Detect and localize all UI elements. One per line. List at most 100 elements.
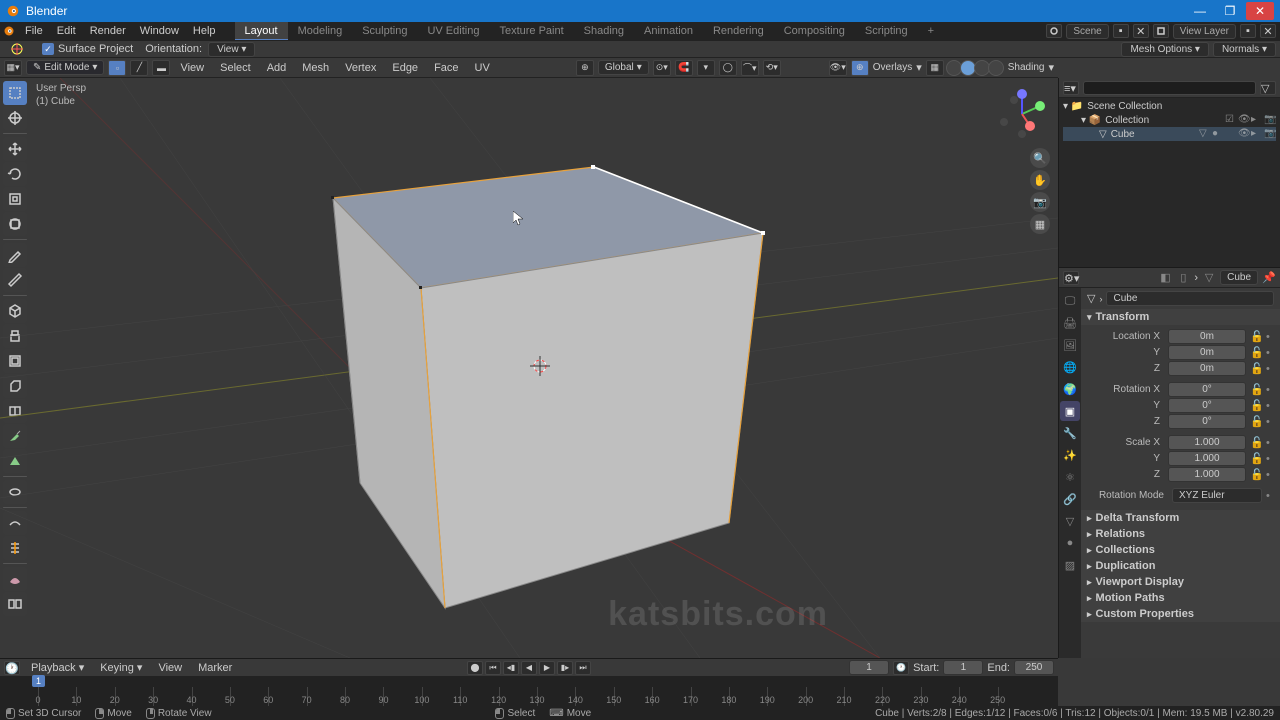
rendered-shading[interactable] (988, 60, 1004, 76)
face-select-mode[interactable]: ▬ (152, 60, 170, 76)
rotation-mode-dropdown[interactable]: XYZ Euler (1172, 488, 1262, 503)
panel-motion-paths[interactable]: Motion Paths (1081, 590, 1280, 606)
tab-texture[interactable]: ▨ (1060, 555, 1080, 575)
snapping-toggle[interactable]: 🧲 (675, 60, 693, 76)
surface-project-checkbox[interactable]: ✓ (42, 43, 54, 55)
location-y[interactable]: 0m (1168, 345, 1246, 360)
tab-material[interactable]: ● (1060, 533, 1080, 553)
proportional-edit-dropdown[interactable]: ⌒▾ (741, 60, 759, 76)
timeline-menu-marker[interactable]: Marker (193, 662, 237, 674)
collection-hide-icon[interactable]: 👁 (1238, 114, 1250, 126)
editor-type-dropdown[interactable]: ▦▾ (4, 60, 22, 76)
location-x[interactable]: 0m (1168, 329, 1246, 344)
shading-dropdown[interactable]: ▾ (1048, 61, 1054, 74)
workspace-add-tab[interactable]: + (918, 22, 944, 40)
perspective-gizmo[interactable]: ▦ (1030, 214, 1050, 234)
tab-render[interactable]: 🖵 (1060, 291, 1080, 311)
viewlayer-new-button[interactable]: ▪ (1240, 24, 1256, 38)
menu-edit[interactable]: Edit (50, 22, 83, 40)
scale-x[interactable]: 1.000 (1168, 435, 1246, 450)
window-close-button[interactable]: ✕ (1246, 2, 1274, 20)
scale-y[interactable]: 1.000 (1168, 451, 1246, 466)
proportional-edit-toggle[interactable]: ◯ (719, 60, 737, 76)
rotation-z[interactable]: 0° (1168, 414, 1246, 429)
rotation-y[interactable]: 0° (1168, 398, 1246, 413)
panel-collections[interactable]: Collections (1081, 542, 1280, 558)
jump-start-button[interactable]: ⏮ (485, 661, 501, 675)
3d-viewport[interactable]: User Persp (1) Cube 🔍 ✋ 📷 ▦ katsbits.com (0, 78, 1058, 658)
timeline-menu-view[interactable]: View (153, 662, 187, 674)
transform-orientation-icon[interactable]: ⊕ (576, 60, 594, 76)
outliner-collection[interactable]: ▾ 📦 Collection ☑👁▸📷 (1063, 113, 1276, 127)
timeline-editor-type[interactable]: 🕐▾ (4, 661, 20, 675)
tab-output[interactable]: 🖨 (1060, 313, 1080, 333)
object-name-field[interactable]: Cube (1106, 291, 1274, 306)
proportional-connected-dropdown[interactable]: ⟲▾ (763, 60, 781, 76)
panel-relations[interactable]: Relations (1081, 526, 1280, 542)
tab-constraints[interactable]: 🔗 (1060, 489, 1080, 509)
vertex-select-mode[interactable]: ▫ (108, 60, 126, 76)
viewport-menu-face[interactable]: Face (428, 62, 464, 74)
end-frame-field[interactable]: 250 (1014, 660, 1054, 675)
viewport-canvas[interactable] (0, 78, 1058, 658)
workspace-tab-compositing[interactable]: Compositing (774, 22, 855, 40)
pin-icon[interactable]: 📌 (1262, 271, 1276, 285)
panel-duplication[interactable]: Duplication (1081, 558, 1280, 574)
timeline-ruler[interactable]: 0102030405060708090100110120130140150160… (0, 676, 1058, 707)
tab-mesh-data[interactable]: ▽ (1060, 511, 1080, 531)
menu-render[interactable]: Render (83, 22, 133, 40)
jump-end-button[interactable]: ⏭ (575, 661, 591, 675)
breadcrumb-cube-icon[interactable]: ▽ (1202, 271, 1216, 285)
tab-viewlayer[interactable]: 🖼 (1060, 335, 1080, 355)
panel-delta-transform[interactable]: Delta Transform (1081, 510, 1280, 526)
collection-exclude-icon[interactable]: ☑ (1225, 114, 1237, 126)
panel-viewport-display[interactable]: Viewport Display (1081, 574, 1280, 590)
keyframe-dot[interactable]: • (1266, 331, 1274, 343)
viewport-menu-vertex[interactable]: Vertex (339, 62, 382, 74)
outliner-item-cube[interactable]: ▽ Cube ▽● 👁▸📷 (1063, 127, 1276, 141)
tab-modifiers[interactable]: 🔧 (1060, 423, 1080, 443)
scale-z[interactable]: 1.000 (1168, 467, 1246, 482)
overlays-dropdown[interactable]: ▾ (916, 61, 922, 74)
tab-physics[interactable]: ⚛ (1060, 467, 1080, 487)
orientation-dropdown[interactable]: View ▾ (208, 42, 255, 57)
tab-world[interactable]: 🌍 (1060, 379, 1080, 399)
viewport-menu-add[interactable]: Add (261, 62, 293, 74)
timeline-menu-playback[interactable]: Playback ▾ (26, 661, 89, 674)
item-material-icon[interactable]: ● (1212, 128, 1224, 140)
zoom-gizmo[interactable]: 🔍 (1030, 148, 1050, 168)
panel-custom-properties[interactable]: Custom Properties (1081, 606, 1280, 622)
next-keyframe-button[interactable]: ▮▸ (557, 661, 573, 675)
lock-icon[interactable]: 🔓 (1250, 330, 1262, 343)
window-maximize-button[interactable]: ❐ (1216, 2, 1244, 20)
breadcrumb-scene-icon[interactable]: ◧ (1158, 271, 1172, 285)
snapping-dropdown[interactable]: ▾ (697, 60, 715, 76)
viewlayer-delete-button[interactable]: ✕ (1260, 24, 1276, 38)
preview-range-toggle[interactable]: 🕐 (893, 661, 909, 675)
scene-name-field[interactable]: Scene (1066, 24, 1108, 39)
viewport-menu-uv[interactable]: UV (469, 62, 496, 74)
show-gizmo-toggle[interactable]: ⊕ (851, 60, 869, 76)
collection-selectable-icon[interactable]: ▸ (1251, 114, 1263, 126)
mesh-options-dropdown[interactable]: Mesh Options ▾ (1121, 42, 1209, 57)
xray-toggle[interactable]: ▦ (926, 60, 944, 76)
viewport-menu-mesh[interactable]: Mesh (296, 62, 335, 74)
current-frame-field[interactable]: 1 (849, 660, 889, 675)
camera-gizmo[interactable]: 📷 (1030, 192, 1050, 212)
autokey-toggle[interactable]: ⬤ (467, 661, 483, 675)
outliner-scene-collection[interactable]: ▾ 📁 Scene Collection (1063, 100, 1276, 113)
viewport-menu-edge[interactable]: Edge (386, 62, 424, 74)
collection-disable-icon[interactable]: 📷 (1264, 114, 1276, 126)
rotation-x[interactable]: 0° (1168, 382, 1246, 397)
item-selectable-icon[interactable]: ▸ (1251, 128, 1263, 140)
mesh-visibility-dropdown[interactable]: 👁▾ (829, 60, 847, 76)
pivot-point-dropdown[interactable]: ⊙▾ (653, 60, 671, 76)
workspace-tab-uvediting[interactable]: UV Editing (417, 22, 489, 40)
menu-file[interactable]: File (18, 22, 50, 40)
edge-select-mode[interactable]: ╱ (130, 60, 148, 76)
workspace-tab-rendering[interactable]: Rendering (703, 22, 774, 40)
transform-orientation-dropdown[interactable]: Global ▾ (598, 60, 649, 75)
play-reverse-button[interactable]: ◀ (521, 661, 537, 675)
tab-scene[interactable]: 🌐 (1060, 357, 1080, 377)
viewlayer-name-field[interactable]: View Layer (1173, 24, 1236, 39)
